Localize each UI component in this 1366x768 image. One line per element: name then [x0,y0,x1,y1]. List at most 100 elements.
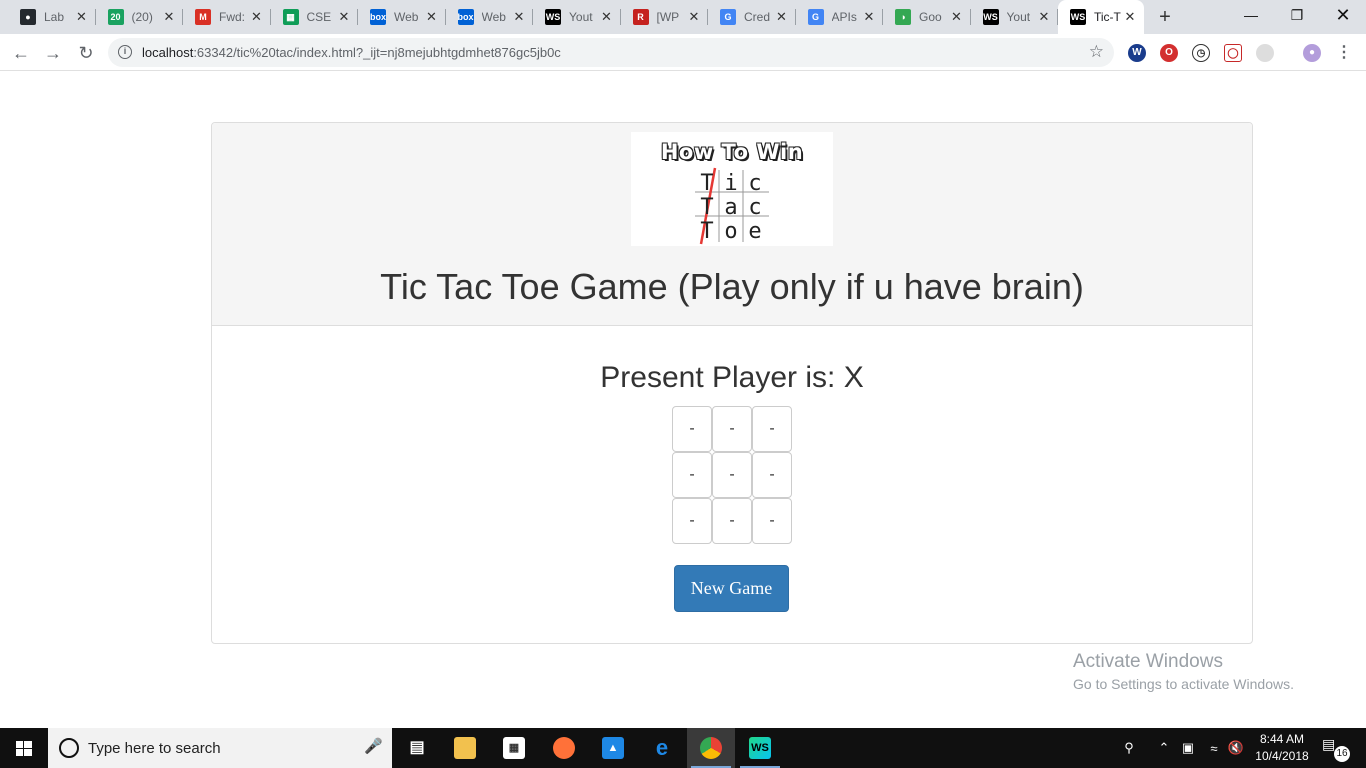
logo-letter: T [700,195,713,220]
volume-muted-icon[interactable]: 🔇 [1226,728,1246,768]
close-tab-icon[interactable]: ✕ [336,9,352,25]
cortana-icon [59,738,79,758]
close-tab-icon[interactable]: ✕ [249,9,265,25]
tab-strip: ● Lab ✕ 20 (20) ✕ M Fwd: ✕ ▦ CSE ✕ box Web ✕ box Web ✕ WS Y… [0,0,1366,34]
board-cell-3-1[interactable]: - [672,498,712,544]
bookmark-star-icon[interactable]: ☆ [1089,42,1104,62]
close-tab-icon[interactable]: ✕ [161,9,177,25]
w-extension-icon[interactable]: W [1128,44,1146,62]
tab-title: Web [481,10,506,24]
watermark-line-1: Activate Windows [1073,651,1223,672]
new-game-button[interactable]: New Game [674,565,789,612]
start-button[interactable] [0,728,48,768]
browser-tab[interactable]: box Web ✕ [358,0,446,34]
board-cell-2-1[interactable]: - [672,452,712,498]
menu-kebab-icon[interactable]: ⋮ [1335,44,1353,62]
edge-icon[interactable]: e [638,728,686,768]
close-tab-icon[interactable]: ✕ [686,9,702,25]
windows-taskbar: Type here to search 🎤 ▤ ▦ ▲ e WS ⚲ ⌃ ▣ ≈… [0,728,1366,768]
notification-count: 16 [1334,746,1350,762]
new-tab-button[interactable]: + [1152,4,1178,30]
chrome-icon[interactable] [687,728,735,768]
browser-tab[interactable]: M Fwd: ✕ [183,0,271,34]
close-window-icon[interactable]: ✕ [1320,0,1366,30]
close-tab-icon[interactable]: ✕ [1122,9,1138,25]
file-explorer-icon[interactable] [441,728,489,768]
activate-windows-watermark: Activate Windows Go to Settings to activ… [1073,651,1294,692]
close-tab-icon[interactable]: ✕ [861,9,877,25]
browser-tab[interactable]: WS Yout ✕ [971,0,1058,34]
box-icon: box [370,9,386,25]
pocket-extension-icon[interactable]: ◯ [1224,44,1242,62]
webstorm-icon: WS [1070,9,1086,25]
board-cell-3-2[interactable]: - [712,498,752,544]
browser-tab[interactable]: ▦ CSE ✕ [271,0,358,34]
board-cell-2-2[interactable]: - [712,452,752,498]
github-icon: ● [20,9,36,25]
browser-tab[interactable]: WS Tic-T ✕ [1058,0,1144,34]
browser-tab[interactable]: box Web ✕ [446,0,533,34]
logo-letter: c [748,171,761,196]
webstorm-taskbar-icon[interactable]: WS [736,728,784,768]
battery-icon[interactable]: ▣ [1178,728,1198,768]
board-cell-1-2[interactable]: - [712,406,752,452]
photos-icon[interactable]: ▲ [589,728,637,768]
browser-tab[interactable]: ◑ Goo ✕ [883,0,971,34]
forward-icon[interactable]: → [41,41,65,65]
gmail-icon: M [195,9,211,25]
taskbar-search[interactable]: Type here to search 🎤 [48,728,392,768]
close-tab-icon[interactable]: ✕ [511,9,527,25]
clock-time: 8:44 AM [1259,732,1305,746]
back-icon[interactable]: ← [9,41,33,65]
taskbar-clock[interactable]: 8:44 AM 10/4/2018 [1250,731,1314,765]
close-tab-icon[interactable]: ✕ [774,9,790,25]
firefox-icon[interactable] [540,728,588,768]
board-cell-1-1[interactable]: - [672,406,712,452]
browser-tab[interactable]: ● Lab ✕ [8,0,96,34]
close-tab-icon[interactable]: ✕ [949,9,965,25]
task-view-icon[interactable]: ▤ [393,728,441,768]
reload-icon[interactable]: ↻ [74,41,98,65]
page-title: Tic Tac Toe Game (Play only if u have br… [380,266,1084,307]
board-cell-1-3[interactable]: - [752,406,792,452]
close-tab-icon[interactable]: ✕ [74,9,90,25]
tab-title: Cred [744,10,771,24]
tab-title: Goo [919,10,942,24]
how-to-win-logo: Tic Tac Toe How To Win [631,132,833,246]
close-tab-icon[interactable]: ✕ [424,9,440,25]
info-icon[interactable]: i [118,45,132,59]
store-icon[interactable]: ▦ [490,728,538,768]
disabled-extension-icon[interactable] [1256,44,1274,62]
google-icon: G [807,9,824,25]
speed-extension-icon[interactable]: ◷ [1192,44,1210,62]
minimize-icon[interactable]: — [1228,0,1274,30]
board-cell-3-3[interactable]: - [752,498,792,544]
address-bar[interactable]: i localhost:63342/tic%20tac/index.html?_… [108,38,1114,67]
tab-title: Web [394,10,419,24]
tray-chevron-icon[interactable]: ⌃ [1154,728,1174,768]
opera-extension-icon[interactable]: O [1160,44,1178,62]
windows-logo-icon [16,741,32,756]
browser-tab[interactable]: 20 (20) ✕ [96,0,183,34]
profile-avatar-icon[interactable]: ● [1303,44,1321,62]
action-center-icon[interactable]: ▤ 16 [1322,736,1350,762]
close-tab-icon[interactable]: ✕ [1036,9,1052,25]
people-icon[interactable]: ⚲ [1118,728,1140,768]
wifi-icon[interactable]: ≈ [1204,728,1224,768]
restore-icon[interactable]: ❐ [1274,0,1320,30]
logo-letter: T [700,171,713,196]
close-tab-icon[interactable]: ✕ [599,9,615,25]
browser-tab[interactable]: G Cred ✕ [708,0,796,34]
tab-title: CSE [306,10,332,24]
tab-title: Tic-T [1094,10,1121,24]
browser-toolbar: ← → ↻ i localhost:63342/tic%20tac/index.… [0,34,1366,71]
game-panel: Tic Tac Toe How To Win Tic Tac Toe Game (P… [211,122,1253,644]
browser-tab[interactable]: WS Yout ✕ [533,0,621,34]
browser-tab[interactable]: R [WP ✕ [621,0,708,34]
microphone-icon[interactable]: 🎤 [364,737,383,755]
webstorm-icon: WS [545,9,561,25]
browser-tab[interactable]: G APIs ✕ [796,0,883,34]
google-dots-icon: ◑ [895,9,911,25]
board-cell-2-3[interactable]: - [752,452,792,498]
logo-letter: o [724,219,737,244]
